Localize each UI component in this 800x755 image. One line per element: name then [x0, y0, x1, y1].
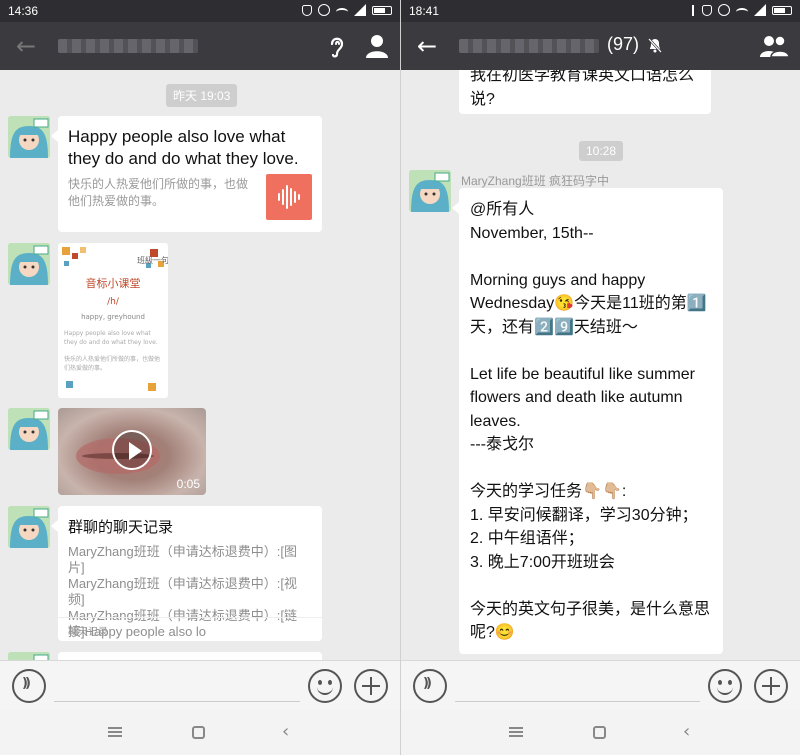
avatar[interactable] — [409, 170, 451, 212]
back-arrow-icon[interactable]: ← — [413, 32, 441, 60]
history-line: MaryZhang班班（申请达标退费中）:[图片] — [68, 544, 297, 575]
avatar[interactable] — [8, 652, 50, 660]
history-title: 群聊的聊天记录 — [68, 518, 174, 536]
link-card[interactable]: Happy people also love what they do and … — [51, 116, 322, 232]
image-message[interactable]: 班級一句 音标小课堂 /h/ happy, greyhound Happy pe… — [58, 243, 168, 398]
bell-muted-icon — [648, 38, 662, 53]
voice-input-icon[interactable] — [413, 669, 447, 703]
back-key-icon[interactable]: ‹ — [683, 721, 690, 742]
system-nav-bar: ‹ — [0, 710, 400, 755]
message-list[interactable]: 我在初医学教育课英文口语怎么说? 10:28 MaryZhang班班 疯狂码字中… — [401, 70, 800, 660]
bluetooth-icon — [692, 4, 696, 16]
status-bar: 18:41 — [401, 0, 800, 22]
battery-icon — [372, 5, 392, 15]
battery-icon — [772, 5, 792, 15]
member-count: (97) — [607, 34, 640, 54]
signal-icon — [354, 4, 366, 16]
plus-icon[interactable] — [354, 669, 388, 703]
input-bar — [0, 660, 400, 710]
signal-icon — [754, 4, 766, 16]
link-title: Happy people also love what they do and … — [68, 127, 299, 168]
chat-title-blurred — [58, 39, 198, 53]
alarm-icon — [718, 4, 730, 16]
play-icon[interactable] — [112, 429, 152, 470]
avatar[interactable] — [8, 116, 50, 158]
partial-message[interactable] — [58, 652, 322, 660]
message-segment: 今天是11班的第 — [574, 295, 687, 312]
image-phonetic: /h/ — [107, 297, 119, 307]
video-duration: 0:05 — [176, 477, 200, 491]
kiss-emoji: 😘 — [554, 295, 575, 312]
message-segment: 天，还有 — [470, 318, 535, 336]
system-nav-bar: ‹ — [401, 710, 800, 755]
message-segment: 天结班～ Let life be beautiful like summer f… — [470, 318, 695, 501]
chat-title-blurred — [459, 39, 599, 53]
keycap-one-emoji: 1️⃣ — [686, 295, 707, 312]
status-time: 14:36 — [8, 4, 39, 18]
smile-emoji: 😊 — [494, 624, 515, 641]
previous-message-text: 我在初医学教育课英文口语怎么说? — [470, 70, 695, 108]
alarm-icon — [318, 4, 330, 16]
back-key-icon[interactable]: ‹ — [282, 721, 289, 742]
wifi-icon — [736, 7, 748, 16]
person-icon[interactable] — [364, 32, 390, 60]
image-caption-head: 班級一句 — [137, 256, 168, 265]
status-time: 18:41 — [409, 4, 440, 18]
time-divider: 昨天 19:03 — [166, 84, 238, 107]
voice-input-icon[interactable] — [12, 669, 46, 703]
chat-history-card[interactable]: 群聊的聊天记录 MaryZhang班班（申请达标退费中）:[图片] MaryZh… — [51, 506, 322, 641]
pointing-down-emoji: 👇🏼👇🏼 — [582, 483, 622, 500]
text-message[interactable]: @所有人 November, 15th-- Morning guys and h… — [452, 188, 723, 654]
avatar[interactable] — [8, 506, 50, 548]
group-icon[interactable] — [757, 32, 791, 60]
wifi-icon — [336, 7, 348, 16]
history-line: MaryZhang班班（申请达标退费中）:[视频] — [68, 576, 297, 607]
status-icons — [302, 4, 392, 16]
time-divider: 10:28 — [579, 141, 624, 161]
chat-header: ← — [0, 22, 400, 70]
chat-header: ← (97) — [401, 22, 800, 70]
video-message[interactable]: 0:05 — [58, 408, 206, 495]
link-description: 快乐的人热爱他们所做的事，也做他们热爱做的事。 — [68, 177, 249, 208]
status-bar: 14:36 — [0, 0, 400, 22]
home-key-icon[interactable] — [593, 726, 606, 739]
message-list[interactable]: 昨天 19:03 Happy people also love what the… — [0, 70, 400, 660]
message-text: @所有人 November, 15th-- Morning guys and h… — [470, 198, 713, 645]
right-chat-screen: 18:41 ← (97) 我在初医学教育课英文口语怎么说? 10:28 Mary… — [400, 0, 800, 755]
menu-key-icon[interactable] — [108, 727, 122, 737]
mute-status-icon — [702, 4, 712, 16]
avatar[interactable] — [8, 408, 50, 450]
sender-name: MaryZhang班班 疯狂码字中 — [461, 174, 610, 188]
previous-message[interactable]: 我在初医学教育课英文口语怎么说? — [459, 70, 711, 114]
home-key-icon[interactable] — [192, 726, 205, 739]
message-input[interactable] — [54, 701, 300, 702]
emoji-icon[interactable] — [708, 669, 742, 703]
plus-icon[interactable] — [754, 669, 788, 703]
avatar[interactable] — [8, 243, 50, 285]
ear-icon[interactable] — [326, 32, 348, 60]
message-segment: : 1. 早安问候翻译，学习30分钟； 2. 中午组语伴； 3. 晚上7:00开… — [470, 483, 711, 641]
history-footer: 聊天记录 — [58, 617, 322, 641]
mute-status-icon — [302, 4, 312, 16]
image-text-en: Happy people also love what they do and … — [64, 330, 158, 346]
image-text-cn: 快乐的人热爱他们所做的事，也做他们热爱做的事。 — [64, 356, 161, 372]
image-title: 音标小课堂 — [85, 277, 141, 290]
input-bar — [401, 660, 800, 710]
back-arrow-icon[interactable]: ← — [12, 32, 40, 60]
emoji-icon[interactable] — [308, 669, 342, 703]
audio-wave-icon — [266, 174, 312, 220]
image-words: happy, greyhound — [81, 313, 145, 321]
keycap-twenty-nine-emoji: 2️⃣9️⃣ — [534, 318, 574, 336]
message-input[interactable] — [455, 701, 700, 702]
menu-key-icon[interactable] — [509, 727, 523, 737]
status-icons — [692, 4, 792, 16]
left-chat-screen: 14:36 ← 昨天 19:03 Happy people also love … — [0, 0, 400, 755]
